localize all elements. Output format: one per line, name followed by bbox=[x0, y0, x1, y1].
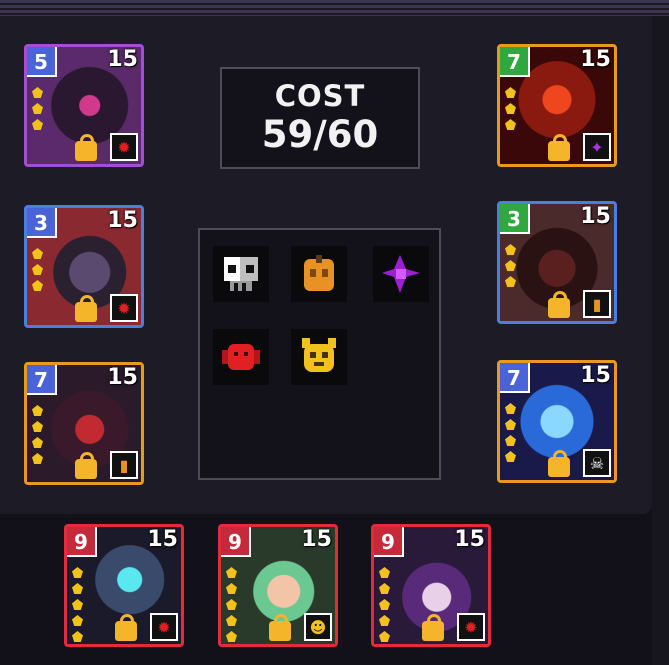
cost-value: 59/60 bbox=[261, 113, 379, 156]
beast-trait-icon: ☻ bbox=[304, 613, 332, 641]
star-rating bbox=[72, 567, 83, 642]
unit-cost-badge: 5 bbox=[27, 47, 57, 77]
demon-trait-icon: ✹ bbox=[110, 133, 138, 161]
lock-icon[interactable] bbox=[422, 614, 444, 641]
unit-cost-badge: 9 bbox=[374, 527, 404, 557]
unit-card-jester-bat[interactable]: 3 15 ✹ bbox=[24, 205, 144, 328]
unit-hp: 15 bbox=[107, 47, 138, 72]
star-rating bbox=[505, 403, 516, 462]
unit-cost-badge: 7 bbox=[500, 47, 530, 77]
unit-hp: 15 bbox=[580, 204, 611, 229]
star-rating bbox=[32, 405, 43, 464]
lock-icon[interactable] bbox=[75, 134, 97, 161]
star-rating bbox=[32, 248, 43, 291]
star-rating bbox=[226, 567, 237, 642]
unit-card-green-hair-girl[interactable]: 9 15 ☻ bbox=[218, 524, 338, 647]
unit-cost-badge: 3 bbox=[500, 204, 530, 234]
pumpkin-trait-icon: ▮ bbox=[583, 290, 611, 318]
demon-trait-icon: ✹ bbox=[110, 294, 138, 322]
unit-hp: 15 bbox=[107, 208, 138, 233]
right-strip bbox=[652, 16, 669, 665]
star-rating bbox=[32, 87, 43, 130]
pumpkin-trait-icon[interactable] bbox=[291, 246, 347, 302]
cost-label: COST bbox=[274, 79, 366, 113]
top-frame bbox=[0, 0, 669, 16]
unit-hp: 15 bbox=[147, 527, 178, 552]
unit-card-fire-demon[interactable]: 7 15 ✦ bbox=[497, 44, 617, 167]
unit-cost-badge: 3 bbox=[27, 208, 57, 238]
unit-hp: 15 bbox=[454, 527, 485, 552]
skull-trait-icon: ☠ bbox=[583, 449, 611, 477]
unit-cost-badge: 9 bbox=[67, 527, 97, 557]
lock-icon[interactable] bbox=[269, 614, 291, 641]
unit-cost-badge: 9 bbox=[221, 527, 251, 557]
unit-card-lava-golem[interactable]: 3 15 ▮ bbox=[497, 201, 617, 324]
unit-card-blue-flame-spirit[interactable]: 7 15 ☠ bbox=[497, 360, 617, 483]
unit-card-witch-cat[interactable]: 9 15 ✹ bbox=[371, 524, 491, 647]
star-rating bbox=[379, 567, 390, 642]
lock-icon[interactable] bbox=[548, 134, 570, 161]
skull-trait-icon[interactable] bbox=[213, 246, 269, 302]
star-rating bbox=[505, 244, 516, 287]
demon-trait-icon[interactable] bbox=[213, 329, 269, 385]
cost-panel: COST 59/60 bbox=[220, 67, 420, 169]
void-trait-icon[interactable] bbox=[373, 246, 429, 302]
lock-icon[interactable] bbox=[75, 295, 97, 322]
lock-icon[interactable] bbox=[115, 614, 137, 641]
unit-card-crystal-knight[interactable]: 9 15 ✹ bbox=[64, 524, 184, 647]
unit-cost-badge: 7 bbox=[27, 365, 57, 395]
star-rating bbox=[505, 87, 516, 130]
unit-hp: 15 bbox=[301, 527, 332, 552]
unit-hp: 15 bbox=[580, 47, 611, 72]
unit-hp: 15 bbox=[107, 365, 138, 390]
demon-trait-icon: ✹ bbox=[150, 613, 178, 641]
unit-hp: 15 bbox=[580, 363, 611, 388]
lock-icon[interactable] bbox=[75, 452, 97, 479]
beast-trait-icon[interactable] bbox=[291, 329, 347, 385]
pumpkin-trait-icon: ▮ bbox=[110, 451, 138, 479]
void-trait-icon: ✦ bbox=[583, 133, 611, 161]
unit-cost-badge: 7 bbox=[500, 363, 530, 393]
lock-icon[interactable] bbox=[548, 450, 570, 477]
lock-icon[interactable] bbox=[548, 291, 570, 318]
traits-panel bbox=[198, 228, 441, 480]
unit-card-red-dragon[interactable]: 7 15 ▮ bbox=[24, 362, 144, 485]
unit-card-purple-ghost-hood[interactable]: 5 15 ✹ bbox=[24, 44, 144, 167]
demon-trait-icon: ✹ bbox=[457, 613, 485, 641]
